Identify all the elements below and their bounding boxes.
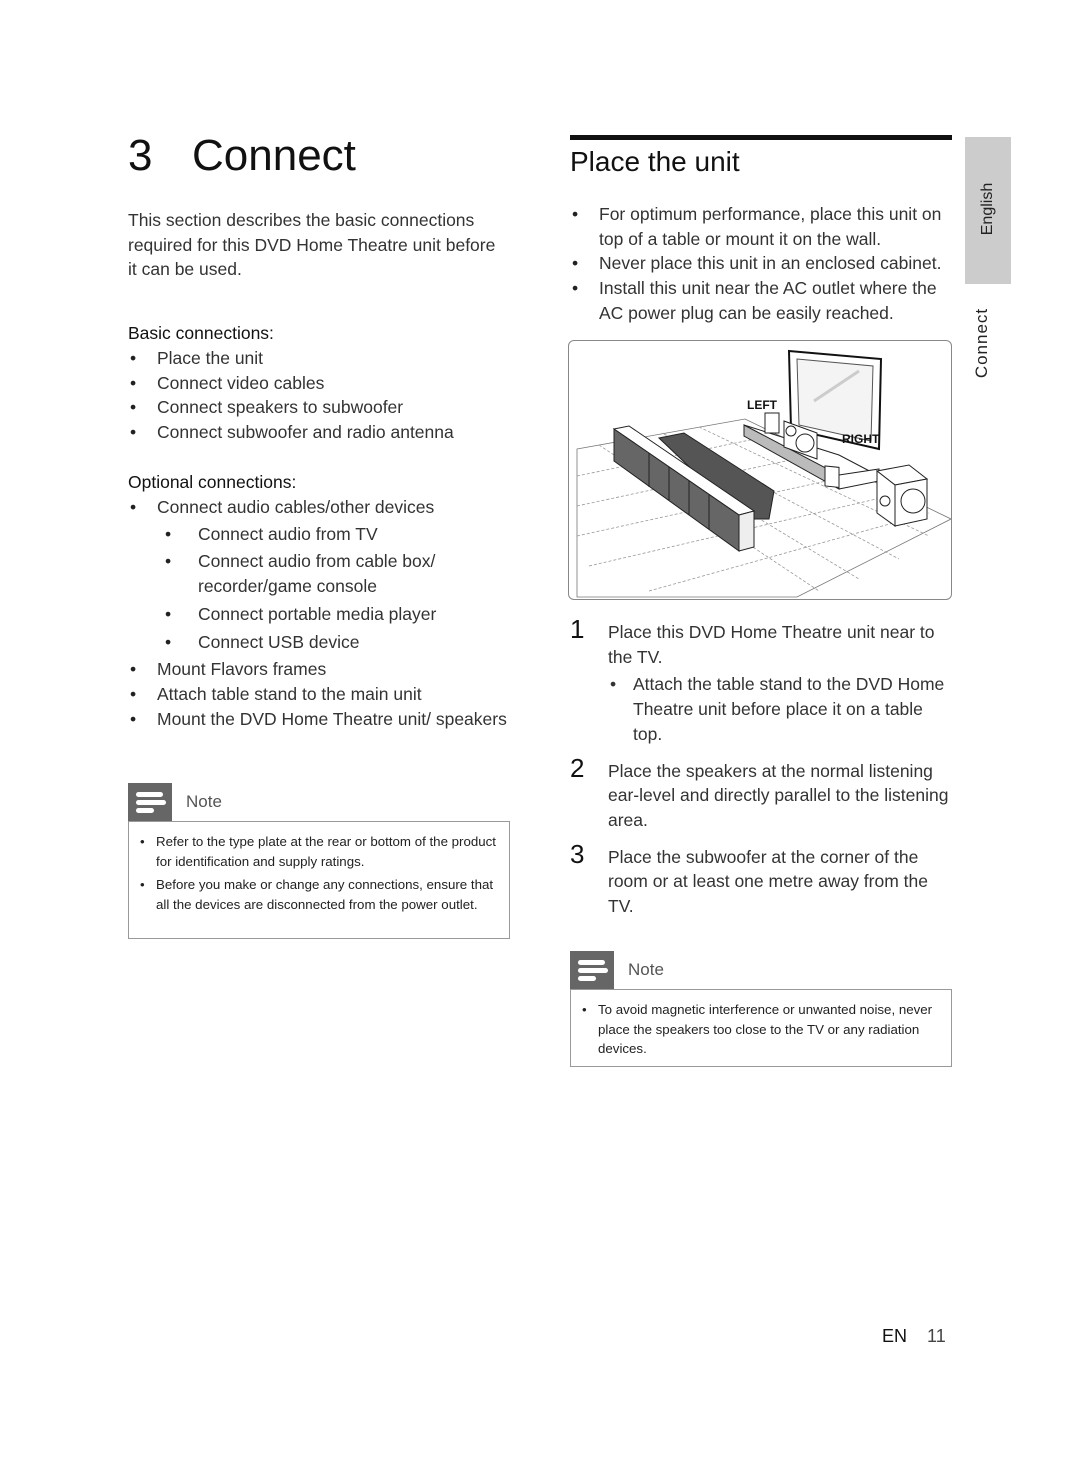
list-item: Connect audio from cable box/ recorder/g… (163, 549, 508, 598)
steps-list: 1 Place this DVD Home Theatre unit near … (570, 614, 954, 931)
list-item: For optimum performance, place this unit… (570, 202, 954, 251)
list-item: Place the unit (128, 346, 508, 371)
list-item: Attach table stand to the main unit (128, 682, 508, 707)
step-number: 2 (570, 752, 585, 783)
step-1: 1 Place this DVD Home Theatre unit near … (570, 614, 954, 747)
page-footer: EN 11 (882, 1326, 946, 1347)
step-3: 3 Place the subwoofer at the corner of t… (570, 838, 954, 919)
room-diagram: LEFT RIGHT (576, 349, 951, 598)
list-item: Connect subwoofer and radio antenna (128, 420, 508, 445)
note-label: Note (186, 792, 222, 811)
step-number: 3 (570, 838, 585, 869)
step-text: Place the subwoofer at the corner of the… (608, 846, 928, 917)
subwoofer (875, 464, 929, 527)
list-item: Connect audio from TV (163, 522, 508, 547)
list-item: Connect portable media player (163, 602, 508, 627)
left-speaker (764, 412, 780, 434)
optional-connections-heading: Optional connections: (128, 472, 297, 492)
step-text: Place this DVD Home Theatre unit near to… (608, 622, 935, 667)
step-text: Place the speakers at the normal listeni… (608, 760, 949, 830)
list-item: Mount Flavors frames (128, 657, 508, 682)
note-item: To avoid magnetic interference or unwant… (579, 1000, 941, 1059)
right-label: RIGHT (842, 432, 880, 446)
note-item: Refer to the type plate at the rear or b… (137, 832, 499, 871)
note-icon (128, 783, 172, 821)
step-number: 1 (570, 614, 585, 644)
page-number: 11 (927, 1326, 946, 1346)
optional-connections-list: Connect audio cables/other devices Conne… (128, 495, 508, 731)
step-2: 2 Place the speakers at the normal liste… (570, 752, 954, 833)
chapter-title-text: Connect (192, 131, 356, 180)
placement-illustration: LEFT RIGHT (568, 340, 952, 600)
list-item: Never place this unit in an enclosed cab… (570, 251, 954, 276)
note-label: Note (628, 960, 664, 979)
language-tab-label: English (979, 182, 996, 236)
list-item: Install this unit near the AC outlet whe… (570, 276, 954, 325)
list-item: Connect USB device (163, 630, 508, 655)
note-item: Before you make or change any connection… (137, 875, 499, 914)
list-item: Connect video cables (128, 371, 508, 396)
step-subitem: Attach the table stand to the DVD Home T… (608, 672, 954, 746)
basic-connections-heading: Basic connections: (128, 323, 274, 343)
placement-tips-list: For optimum performance, place this unit… (570, 202, 954, 326)
footer-lang: EN (882, 1326, 908, 1346)
list-item: Connect speakers to subwoofer (128, 395, 508, 420)
list-item: Connect audio cables/other devices (128, 495, 508, 520)
basic-connections-list: Place the unit Connect video cables Conn… (128, 346, 508, 445)
right-speaker (824, 465, 840, 488)
left-label: LEFT (747, 398, 778, 412)
chapter-tab-label: Connect (972, 307, 991, 379)
chapter-number: 3 (128, 131, 153, 180)
section-rule (570, 135, 952, 140)
note-box: Refer to the type plate at the rear or b… (128, 821, 510, 939)
section-title: Place the unit (570, 146, 740, 177)
chapter-title: 3 Connect (128, 128, 356, 184)
nested-list: Connect audio from TV Connect audio from… (163, 522, 508, 655)
note-icon (570, 951, 614, 989)
intro-paragraph: This section describes the basic connect… (128, 210, 496, 280)
list-item: Mount the DVD Home Theatre unit/ speaker… (128, 707, 508, 732)
note-box: To avoid magnetic interference or unwant… (570, 989, 952, 1067)
